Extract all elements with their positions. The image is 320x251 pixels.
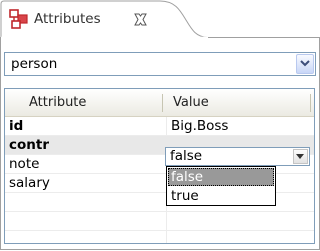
view-tabstrip: Attributes xyxy=(0,0,320,38)
chevron-down-icon xyxy=(300,60,310,67)
column-separator[interactable] xyxy=(310,94,311,112)
element-selector-value: person xyxy=(11,56,58,72)
element-selector[interactable]: person xyxy=(4,52,316,76)
table-row[interactable] xyxy=(5,212,314,231)
table-header: Attribute Value xyxy=(5,89,314,117)
tab-title[interactable]: Attributes xyxy=(34,9,101,29)
close-icon[interactable] xyxy=(133,12,148,27)
column-header-attribute[interactable]: Attribute xyxy=(29,95,86,111)
attribute-value[interactable]: Big.Boss xyxy=(171,118,228,135)
value-dropdown-list[interactable]: false true xyxy=(166,166,276,206)
attribute-name: salary xyxy=(9,175,50,191)
value-dropdown-button[interactable] xyxy=(293,149,308,164)
attributes-icon xyxy=(9,9,29,29)
dropdown-option-false[interactable]: false xyxy=(168,168,274,186)
column-header-value[interactable]: Value xyxy=(173,95,209,111)
dropdown-option-true[interactable]: true xyxy=(168,187,274,205)
combo-dropdown-button[interactable] xyxy=(296,54,314,74)
value-cell-editor[interactable]: false xyxy=(165,147,310,166)
table-row[interactable]: id Big.Boss xyxy=(5,117,314,136)
column-separator[interactable] xyxy=(162,94,163,112)
value-cell-editor-text[interactable]: false xyxy=(170,148,202,165)
attribute-name: id xyxy=(9,118,24,134)
attribute-name: contr xyxy=(9,137,49,153)
attribute-name: note xyxy=(9,156,40,172)
chevron-down-icon xyxy=(296,154,304,159)
